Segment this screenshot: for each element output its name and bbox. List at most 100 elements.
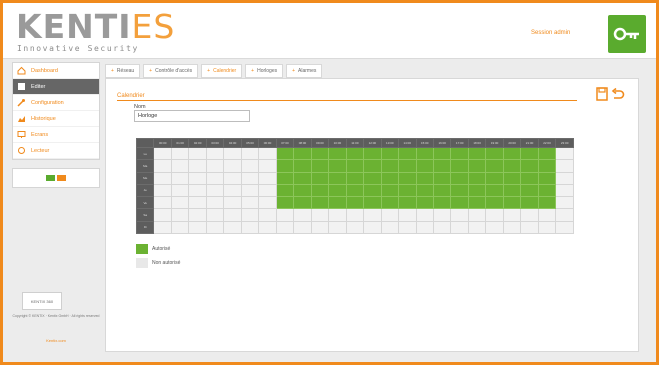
schedule-cell[interactable] [450,220,469,235]
schedule-cell[interactable] [240,146,260,161]
schedule-cell[interactable] [258,171,277,185]
schedule-cell[interactable] [258,208,277,222]
schedule-cell[interactable] [502,159,522,173]
schedule-cell[interactable] [240,159,260,173]
schedule-cell[interactable] [537,208,557,222]
schedule-cell[interactable] [398,196,417,210]
schedule-cell[interactable] [293,171,312,185]
schedule-cell[interactable] [537,171,557,185]
schedule-cell[interactable] [467,146,487,161]
schedule-cell[interactable] [485,159,504,173]
schedule-cell[interactable] [188,159,207,173]
tab-4[interactable]: + Alarmes [286,64,323,78]
schedule-cell[interactable] [450,196,469,210]
schedule-cell[interactable] [205,220,225,235]
schedule-cell[interactable] [275,146,295,161]
schedule-cell[interactable] [310,196,330,210]
schedule-cell[interactable] [205,146,225,161]
schedule-cell[interactable] [555,171,574,185]
schedule-cell[interactable] [153,220,172,235]
schedule-cell[interactable] [450,171,469,185]
schedule-cell[interactable] [555,196,574,210]
schedule-cell[interactable] [502,146,522,161]
schedule-cell[interactable] [240,196,260,210]
schedule-cell[interactable] [537,146,557,161]
schedule-cell[interactable] [275,183,295,198]
schedule-cell[interactable] [415,220,434,235]
schedule-cell[interactable] [205,159,225,173]
schedule-cell[interactable] [415,171,434,185]
schedule-cell[interactable] [450,159,469,173]
schedule-cell[interactable] [380,220,400,235]
schedule-cell[interactable] [537,220,557,235]
schedule-cell[interactable] [258,220,277,235]
schedule-cell[interactable] [223,208,242,222]
schedule-cell[interactable] [153,183,172,198]
schedule-cell[interactable] [363,146,382,161]
tab-0[interactable]: + Réseau [105,64,141,78]
schedule-cell[interactable] [170,171,190,185]
schedule-cell[interactable] [258,196,277,210]
schedule-cell[interactable] [467,171,487,185]
schedule-cell[interactable] [258,146,277,161]
schedule-cell[interactable] [380,159,400,173]
schedule-cell[interactable] [240,183,260,198]
schedule-cell[interactable] [485,183,504,198]
schedule-cell[interactable] [398,220,417,235]
schedule-cell[interactable] [520,196,539,210]
schedule-cell[interactable] [223,159,242,173]
save-button[interactable] [596,87,608,101]
schedule-cell[interactable] [380,196,400,210]
schedule-cell[interactable] [467,159,487,173]
schedule-cell[interactable] [170,146,190,161]
tab-3[interactable]: + Horloges [245,64,284,78]
schedule-cell[interactable] [345,183,365,198]
schedule-cell[interactable] [432,146,452,161]
schedule-cell[interactable] [345,146,365,161]
tab-1[interactable]: + Contrôle d'accès [143,64,199,78]
schedule-cell[interactable] [310,208,330,222]
schedule-cell[interactable] [485,220,504,235]
sidebar-item-editer[interactable]: Editer [13,79,99,95]
schedule-cell[interactable] [345,208,365,222]
schedule-cell[interactable] [555,208,574,222]
schedule-cell[interactable] [502,183,522,198]
schedule-cell[interactable] [223,220,242,235]
sidebar-item-lecteur[interactable]: Lecteur [13,143,99,159]
schedule-cell[interactable] [170,183,190,198]
schedule-cell[interactable] [467,183,487,198]
schedule-cell[interactable] [170,159,190,173]
sidebar-item-historique[interactable]: Historique [13,111,99,127]
schedule-cell[interactable] [415,196,434,210]
schedule-cell[interactable] [258,159,277,173]
schedule-cell[interactable] [293,196,312,210]
schedule-cell[interactable] [432,220,452,235]
schedule-cell[interactable] [432,183,452,198]
schedule-cell[interactable] [432,208,452,222]
schedule-cell[interactable] [205,171,225,185]
schedule-cell[interactable] [328,146,347,161]
schedule-cell[interactable] [555,183,574,198]
schedule-cell[interactable] [363,159,382,173]
schedule-cell[interactable] [485,208,504,222]
schedule-cell[interactable] [432,171,452,185]
schedule-cell[interactable] [432,159,452,173]
schedule-cell[interactable] [153,196,172,210]
schedule-cell[interactable] [398,171,417,185]
schedule-cell[interactable] [345,196,365,210]
schedule-cell[interactable] [240,171,260,185]
schedule-cell[interactable] [188,208,207,222]
schedule-cell[interactable] [537,196,557,210]
schedule-cell[interactable] [328,183,347,198]
schedule-cell[interactable] [520,171,539,185]
schedule-cell[interactable] [467,196,487,210]
schedule-cell[interactable] [555,159,574,173]
sidebar-item-dashboard[interactable]: Dashboard [13,63,99,79]
schedule-cell[interactable] [485,171,504,185]
schedule-cell[interactable] [205,208,225,222]
schedule-cell[interactable] [275,159,295,173]
schedule-cell[interactable] [502,196,522,210]
schedule-cell[interactable] [153,171,172,185]
schedule-cell[interactable] [415,183,434,198]
schedule-cell[interactable] [415,159,434,173]
